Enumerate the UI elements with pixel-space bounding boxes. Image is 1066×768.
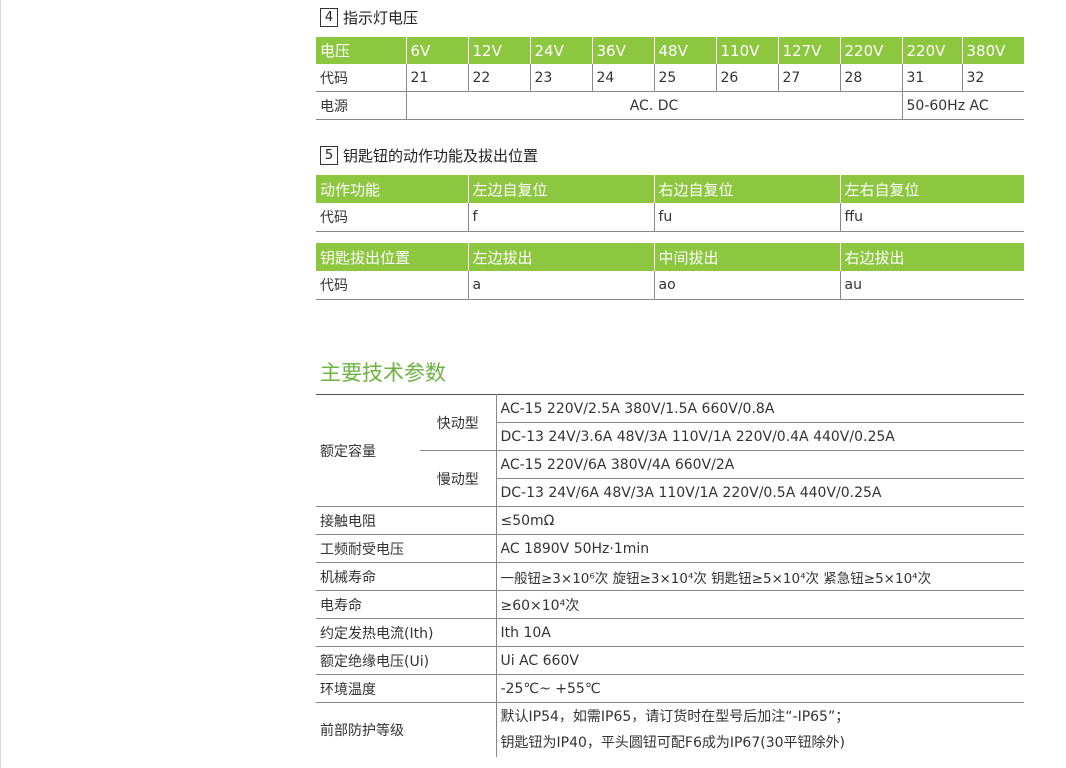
row-value: -25℃~ +55℃: [495, 674, 1024, 703]
section-number-box: 5: [320, 146, 338, 165]
table-cell: 代码: [316, 271, 468, 300]
table-row: 接触电阻 ≤50mΩ: [316, 506, 1024, 535]
slow-type-label: 慢动型: [420, 450, 496, 507]
header-cell: 动作功能: [316, 175, 468, 203]
row-value: Ith 10A: [495, 618, 1024, 647]
table-header-row: 动作功能 左边自复位 右边自复位 左右自复位: [316, 175, 1024, 203]
row-label: 电寿命: [316, 590, 496, 619]
table-row: 额定容量 快动型 AC-15 220V/2.5A 380V/1.5A 660V/…: [316, 394, 1024, 507]
section-5-title: 5 钥匙钮的动作功能及拔出位置: [320, 145, 538, 166]
header-cell: 127V: [777, 37, 840, 64]
row-label: 接触电阻: [316, 506, 496, 535]
section-4-title: 4 指示灯电压: [320, 7, 418, 28]
table-cell: DC-13 24V/6A 48V/3A 110V/1A 220V/0.5A 44…: [495, 478, 1024, 507]
header-cell: 钥匙拔出位置: [316, 243, 468, 271]
table-cell: a: [467, 271, 654, 300]
header-cell: 110V: [715, 37, 778, 64]
table-row: 代码 f fu ffu: [316, 203, 1024, 232]
row-value: ≥60×10⁴次: [495, 590, 1024, 619]
key-pull-table: 钥匙拔出位置 左边拔出 中间拔出 右边拔出 代码 a ao au: [316, 243, 1024, 300]
row-label: 约定发热电流(Ith): [316, 618, 496, 647]
row-value: AC 1890V 50Hz·1min: [495, 534, 1024, 563]
table-cell: AC-15 220V/6A 380V/4A 660V/2A: [495, 450, 1024, 479]
section-number-box: 4: [320, 8, 338, 27]
table-row: 工频耐受电压 AC 1890V 50Hz·1min: [316, 534, 1024, 563]
specs-heading: 主要技术参数: [320, 361, 446, 385]
section-title-text: 指示灯电压: [343, 9, 419, 27]
row-value: 一般钮≥3×10⁶次 旋钮≥3×10⁴次 钥匙钮≥5×10⁴次 紧急钮≥5×10…: [495, 562, 1024, 591]
table-cell: 50-60Hz AC: [901, 91, 1024, 120]
header-cell: 中间拔出: [653, 243, 840, 271]
row-label: 环境温度: [316, 674, 496, 703]
header-cell: 左右自复位: [839, 175, 1024, 203]
protection-line-1: 默认IP54，如需IP65，请订货时在型号后加注“-IP65”；: [500, 709, 850, 725]
row-label: 工频耐受电压: [316, 534, 496, 563]
table-cell: 21: [405, 64, 468, 92]
table-row: 代码 a ao au: [316, 271, 1024, 300]
table-row: 慢动型 AC-15 220V/6A 380V/4A 660V/2A: [316, 450, 1024, 507]
table-cell: 电源: [316, 91, 406, 120]
table-header-row: 钥匙拔出位置 左边拔出 中间拔出 右边拔出: [316, 243, 1024, 271]
header-cell: 48V: [653, 37, 716, 64]
row-value: Ui AC 660V: [495, 646, 1024, 675]
table-cell: 28: [839, 64, 902, 92]
row-value: 默认IP54，如需IP65，请订货时在型号后加注“-IP65”； 钥匙钮为IP4…: [495, 702, 1024, 757]
table-cell: 27: [777, 64, 840, 92]
specs-table: 额定容量 快动型 AC-15 220V/2.5A 380V/1.5A 660V/…: [316, 394, 1024, 757]
table-row: 额定绝缘电压(Ui) Ui AC 660V: [316, 646, 1024, 675]
header-cell: 右边拔出: [839, 243, 1024, 271]
table-cell: 24: [591, 64, 654, 92]
table-cell: 25: [653, 64, 716, 92]
protection-line-2: 钥匙钮为IP40，平头圆钮可配F6成为IP67(30平钮除外): [500, 735, 845, 751]
table-cell: DC-13 24V/3.6A 48V/3A 110V/1A 220V/0.4A …: [495, 422, 1024, 451]
header-cell: 电压: [316, 37, 406, 64]
table-row: 前部防护等级 默认IP54，如需IP65，请订货时在型号后加注“-IP65”； …: [316, 702, 1024, 757]
table-cell: 31: [901, 64, 962, 92]
fast-type-label: 快动型: [420, 394, 496, 451]
row-label: 前部防护等级: [320, 723, 404, 739]
table-row: 电寿命 ≥60×10⁴次: [316, 590, 1024, 619]
table-cell: 23: [529, 64, 592, 92]
table-cell: 代码: [316, 203, 468, 232]
table-cell: AC-15 220V/2.5A 380V/1.5A 660V/0.8A: [495, 394, 1024, 423]
table-row: 约定发热电流(Ith) Ith 10A: [316, 618, 1024, 647]
header-cell: 左边拔出: [467, 243, 654, 271]
header-cell: 36V: [591, 37, 654, 64]
header-cell: 380V: [961, 37, 1024, 64]
rated-capacity-label: 额定容量: [316, 394, 420, 507]
header-cell: 6V: [405, 37, 468, 64]
header-cell: 220V: [901, 37, 962, 64]
table-row: 电源 AC. DC 50-60Hz AC: [316, 91, 1024, 120]
header-cell: 220V: [839, 37, 902, 64]
table-row: 机械寿命 一般钮≥3×10⁶次 旋钮≥3×10⁴次 钥匙钮≥5×10⁴次 紧急钮…: [316, 562, 1024, 591]
row-label: 额定绝缘电压(Ui): [316, 646, 496, 675]
header-cell: 右边自复位: [653, 175, 840, 203]
table-header-row: 电压 6V 12V 24V 36V 48V 110V 127V 220V 220…: [316, 37, 1024, 64]
table-cell: 代码: [316, 64, 406, 92]
table-cell: 26: [715, 64, 778, 92]
row-label: 机械寿命: [316, 562, 496, 591]
header-cell: 左边自复位: [467, 175, 654, 203]
page-edge-rule: [0, 0, 1, 768]
table-cell: 22: [467, 64, 530, 92]
table-row: 环境温度 -25℃~ +55℃: [316, 674, 1024, 703]
table-cell: 32: [961, 64, 1024, 92]
header-cell: 24V: [529, 37, 592, 64]
table-cell: AC. DC: [405, 91, 902, 120]
row-value: ≤50mΩ: [495, 506, 1024, 535]
indicator-voltage-table: 电压 6V 12V 24V 36V 48V 110V 127V 220V 220…: [316, 37, 1024, 120]
table-row: 代码 21 22 23 24 25 26 27 28 31 32: [316, 64, 1024, 92]
table-cell: ffu: [839, 203, 1024, 232]
key-action-table: 动作功能 左边自复位 右边自复位 左右自复位 代码 f fu ffu: [316, 175, 1024, 232]
table-cell: fu: [653, 203, 840, 232]
table-cell: au: [839, 271, 1024, 300]
table-cell: ao: [653, 271, 840, 300]
section-title-text: 钥匙钮的动作功能及拔出位置: [343, 147, 539, 165]
header-cell: 12V: [467, 37, 530, 64]
table-cell: f: [467, 203, 654, 232]
